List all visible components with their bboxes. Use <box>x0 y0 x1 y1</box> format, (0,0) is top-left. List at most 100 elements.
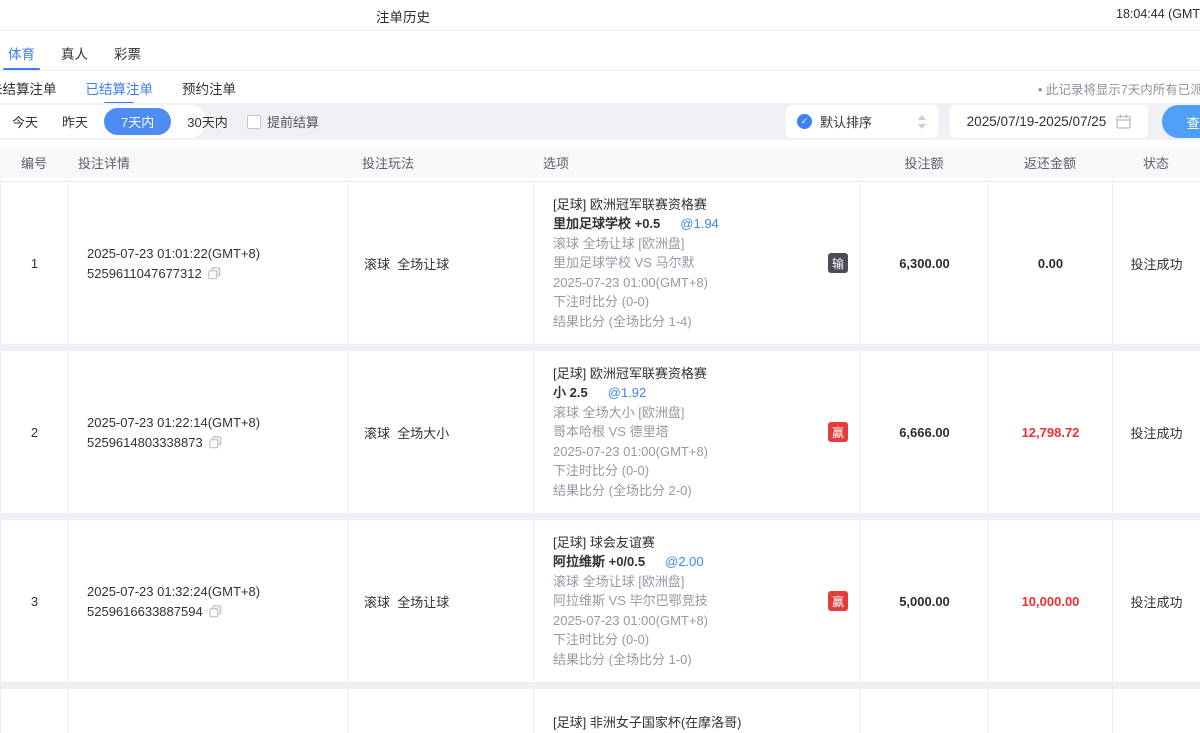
option-bet-score: 下注时比分 (0-0) <box>553 461 816 481</box>
payout-cell <box>989 689 1113 733</box>
col-header-play: 投注玩法 <box>348 147 533 178</box>
payout-amount: 10,000.00 <box>1022 594 1080 609</box>
option-league: [足球] 球会友谊赛 <box>553 533 816 553</box>
tab-unsettled-bets[interactable]: 未结算注单 <box>0 78 57 98</box>
date-range-input[interactable]: 2025/07/19-2025/07/25 <box>950 105 1148 138</box>
bet-id-line: 5259611047677312 <box>87 266 348 281</box>
option-cell: [足球] 欧洲冠军联赛资格赛小 2.5@1.92滚球 全场大小 [欧洲盘]哥本哈… <box>534 351 861 513</box>
col-header-no: 编号 <box>0 147 68 178</box>
copy-icon[interactable] <box>209 605 222 618</box>
bet-id: 5259614803338873 <box>87 435 203 450</box>
option-match-time: 2025-07-23 01:00(GMT+8) <box>553 273 816 293</box>
payout-cell: 0.00 <box>989 182 1113 344</box>
early-settle-label: 提前结算 <box>267 112 319 131</box>
result-badge: 赢 <box>828 422 848 442</box>
bet-time: 2025-07-23 01:01:22(GMT+8) <box>87 246 348 261</box>
divider <box>0 30 1200 31</box>
check-circle-icon: ✓ <box>797 114 812 129</box>
play-type: 滚球 全场大小 <box>364 423 449 442</box>
bet-detail-cell: 2025-07-23 01:22:14(GMT+8) 52596148033388… <box>69 351 349 513</box>
payout-cell: 10,000.00 <box>989 520 1113 682</box>
search-button[interactable]: 查询 <box>1162 105 1200 138</box>
sub-tabs: 未结算注单 已结算注单 预约注单 <box>0 78 236 98</box>
status-cell <box>1113 689 1200 733</box>
option-match: 里加足球学校 VS 马尔默 <box>553 253 816 273</box>
option-match-time: 2025-07-23 01:00(GMT+8) <box>553 611 816 631</box>
bet-number-cell <box>1 689 69 733</box>
stake-cell: 5,000.00 <box>861 520 989 682</box>
range-30-days[interactable]: 30天内 <box>187 112 227 131</box>
tab-settled-bets[interactable]: 已结算注单 <box>86 78 154 98</box>
col-header-stake: 投注额 <box>860 147 988 178</box>
bet-id-line: 5259614803338873 <box>87 435 348 450</box>
tab-reserved-bets[interactable]: 预约注单 <box>182 78 236 98</box>
option-league: [足球] 欧洲冠军联赛资格赛 <box>553 195 816 215</box>
option-market: 滚球 全场让球 [欧洲盘] <box>553 572 816 592</box>
sort-selected-label: 默认排序 <box>820 112 917 131</box>
status-text: 投注成功 <box>1130 592 1182 611</box>
date-range-pills: 今天 昨天 7天内 30天内 <box>0 105 206 138</box>
table-header: 编号投注详情投注玩法选项投注额返还金额状态 <box>0 147 1200 178</box>
col-header-status: 状态 <box>1112 147 1200 178</box>
early-settle-option[interactable]: 提前结算 <box>247 112 319 131</box>
option-cell: [足球] 欧洲冠军联赛资格赛里加足球学校 +0.5@1.94滚球 全场让球 [欧… <box>534 182 861 344</box>
status-cell: 投注成功 <box>1113 520 1200 682</box>
stake-cell: 6,666.00 <box>861 351 989 513</box>
bet-number: 2 <box>31 425 38 440</box>
bet-number-cell: 3 <box>1 520 69 682</box>
range-7-days[interactable]: 7天内 <box>104 108 171 135</box>
calendar-icon <box>1116 114 1131 129</box>
payout-amount: 0.00 <box>1038 256 1063 271</box>
bet-id-line: 5259616633887594 <box>87 604 348 619</box>
bet-id: 5259611047677312 <box>87 266 202 281</box>
option-match: 哥本哈根 VS 德里塔 <box>553 422 816 442</box>
payout-amount: 12,798.72 <box>1022 425 1080 440</box>
option-market: 滚球 全场让球 [欧洲盘] <box>553 234 816 254</box>
play-type-cell <box>349 689 534 733</box>
bet-number-cell: 2 <box>1 351 69 513</box>
sort-arrows-icon <box>917 115 927 129</box>
status-cell: 投注成功 <box>1113 351 1200 513</box>
option-league: [足球] 非洲女子国家杯(在摩洛哥) <box>553 713 816 733</box>
table-row: 1 2025-07-23 01:01:22(GMT+8) 5259611047677… <box>0 181 1200 345</box>
play-type-cell: 滚球 全场让球 <box>349 520 534 682</box>
record-note: • 此记录将显示7天内所有已派彩的 <box>1038 79 1200 98</box>
col-header-option: 选项 <box>533 147 860 178</box>
table-row: [足球] 非洲女子国家杯(在摩洛哥) <box>0 688 1200 733</box>
option-market: 滚球 全场大小 [欧洲盘] <box>553 403 816 423</box>
option-result: 结果比分 (全场比分 1-4) <box>553 312 816 332</box>
play-type-cell: 滚球 全场让球 <box>349 182 534 344</box>
bet-time: 2025-07-23 01:32:24(GMT+8) <box>87 584 348 599</box>
range-yesterday[interactable]: 昨天 <box>62 112 88 131</box>
bet-number-cell: 1 <box>1 182 69 344</box>
table-row: 3 2025-07-23 01:32:24(GMT+8) 5259616633887… <box>0 519 1200 683</box>
copy-icon[interactable] <box>209 436 222 449</box>
sort-dropdown[interactable]: ✓ 默认排序 <box>786 105 938 138</box>
divider <box>0 70 1200 71</box>
filter-bar: 今天 昨天 7天内 30天内 提前结算 ✓ 默认排序 2025/07/19-20… <box>0 103 1200 140</box>
option-selection-line: 阿拉维斯 +0/0.5@2.00 <box>553 552 816 572</box>
bet-detail-cell: 2025-07-23 01:32:24(GMT+8) 52596166338875… <box>69 520 349 682</box>
option-selection-line: 里加足球学校 +0.5@1.94 <box>553 214 816 234</box>
table-row: 2 2025-07-23 01:22:14(GMT+8) 5259614803338… <box>0 350 1200 514</box>
play-type: 滚球 全场让球 <box>364 592 449 611</box>
col-header-payout: 返还金额 <box>988 147 1112 178</box>
stake-amount: 5,000.00 <box>899 594 950 609</box>
option-selection-line: 小 2.5@1.92 <box>553 383 816 403</box>
copy-icon[interactable] <box>208 267 221 280</box>
option-selection: 里加足球学校 +0.5 <box>553 214 660 234</box>
payout-cell: 12,798.72 <box>989 351 1113 513</box>
result-badge: 赢 <box>828 591 848 611</box>
col-header-detail: 投注详情 <box>68 147 348 178</box>
option-odds: @1.92 <box>608 383 647 403</box>
bet-history-page: 注单历史 18:04:44 (GMT+8) 体育 真人 彩票 未结算注单 已结算… <box>0 0 1200 733</box>
range-today[interactable]: 今天 <box>12 112 38 131</box>
early-settle-checkbox[interactable] <box>247 115 261 129</box>
status-cell: 投注成功 <box>1113 182 1200 344</box>
page-title: 注单历史 <box>376 6 430 26</box>
bet-detail-cell: 2025-07-23 01:01:22(GMT+8) 52596110476773… <box>69 182 349 344</box>
option-league: [足球] 欧洲冠军联赛资格赛 <box>553 364 816 384</box>
bet-time: 2025-07-23 01:22:14(GMT+8) <box>87 415 348 430</box>
result-badge: 输 <box>828 253 848 273</box>
stake-amount: 6,300.00 <box>899 256 950 271</box>
